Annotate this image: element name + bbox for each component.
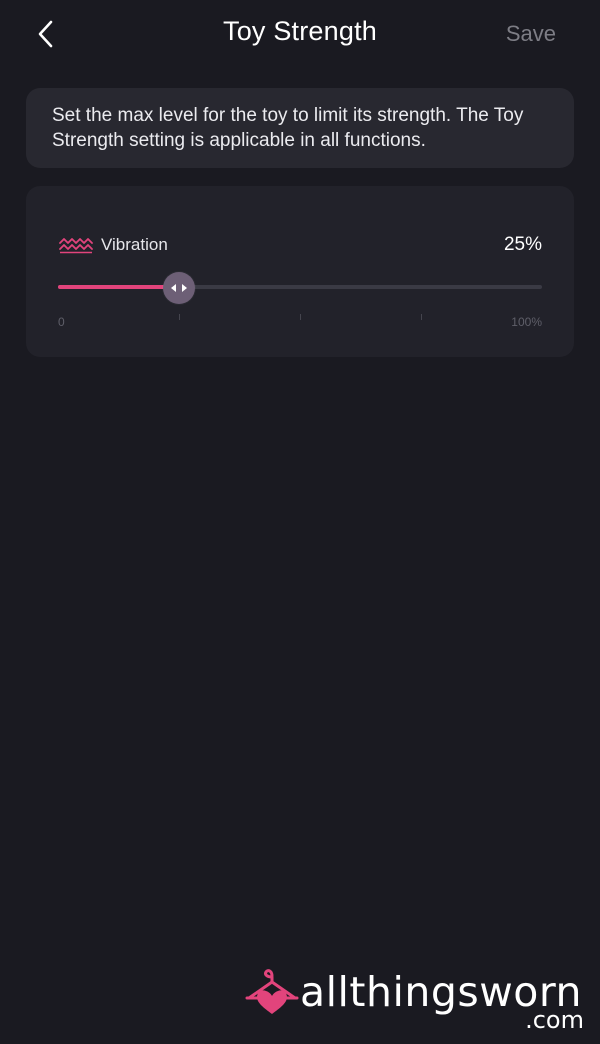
slider-min-label: 0 <box>58 315 65 329</box>
toy-strength-screen: Toy Strength Save Set the max level for … <box>0 0 600 1044</box>
watermark: allthingsworn .com <box>244 958 594 1038</box>
slider-tick-75 <box>421 314 422 320</box>
vibration-settings-card: Vibration 25% 0 100% <box>26 186 574 357</box>
vibration-wave-icon <box>59 238 93 254</box>
watermark-suffix: .com <box>525 1006 584 1034</box>
info-text: Set the max level for the toy to limit i… <box>52 105 524 151</box>
slider-fill <box>58 285 179 289</box>
slider-tick-50 <box>300 314 301 320</box>
slider-max-label: 100% <box>511 315 542 329</box>
info-card: Set the max level for the toy to limit i… <box>26 88 574 168</box>
vibration-value: 25% <box>503 234 542 255</box>
drag-arrows-icon <box>171 284 187 292</box>
vibration-slider[interactable] <box>58 272 542 304</box>
vibration-label: Vibration <box>101 235 168 254</box>
slider-thumb[interactable] <box>163 272 195 304</box>
header: Toy Strength Save <box>0 0 600 70</box>
slider-tick-25 <box>179 314 180 320</box>
save-button[interactable]: Save <box>506 21 556 47</box>
hanger-heart-logo-icon <box>245 969 299 1014</box>
